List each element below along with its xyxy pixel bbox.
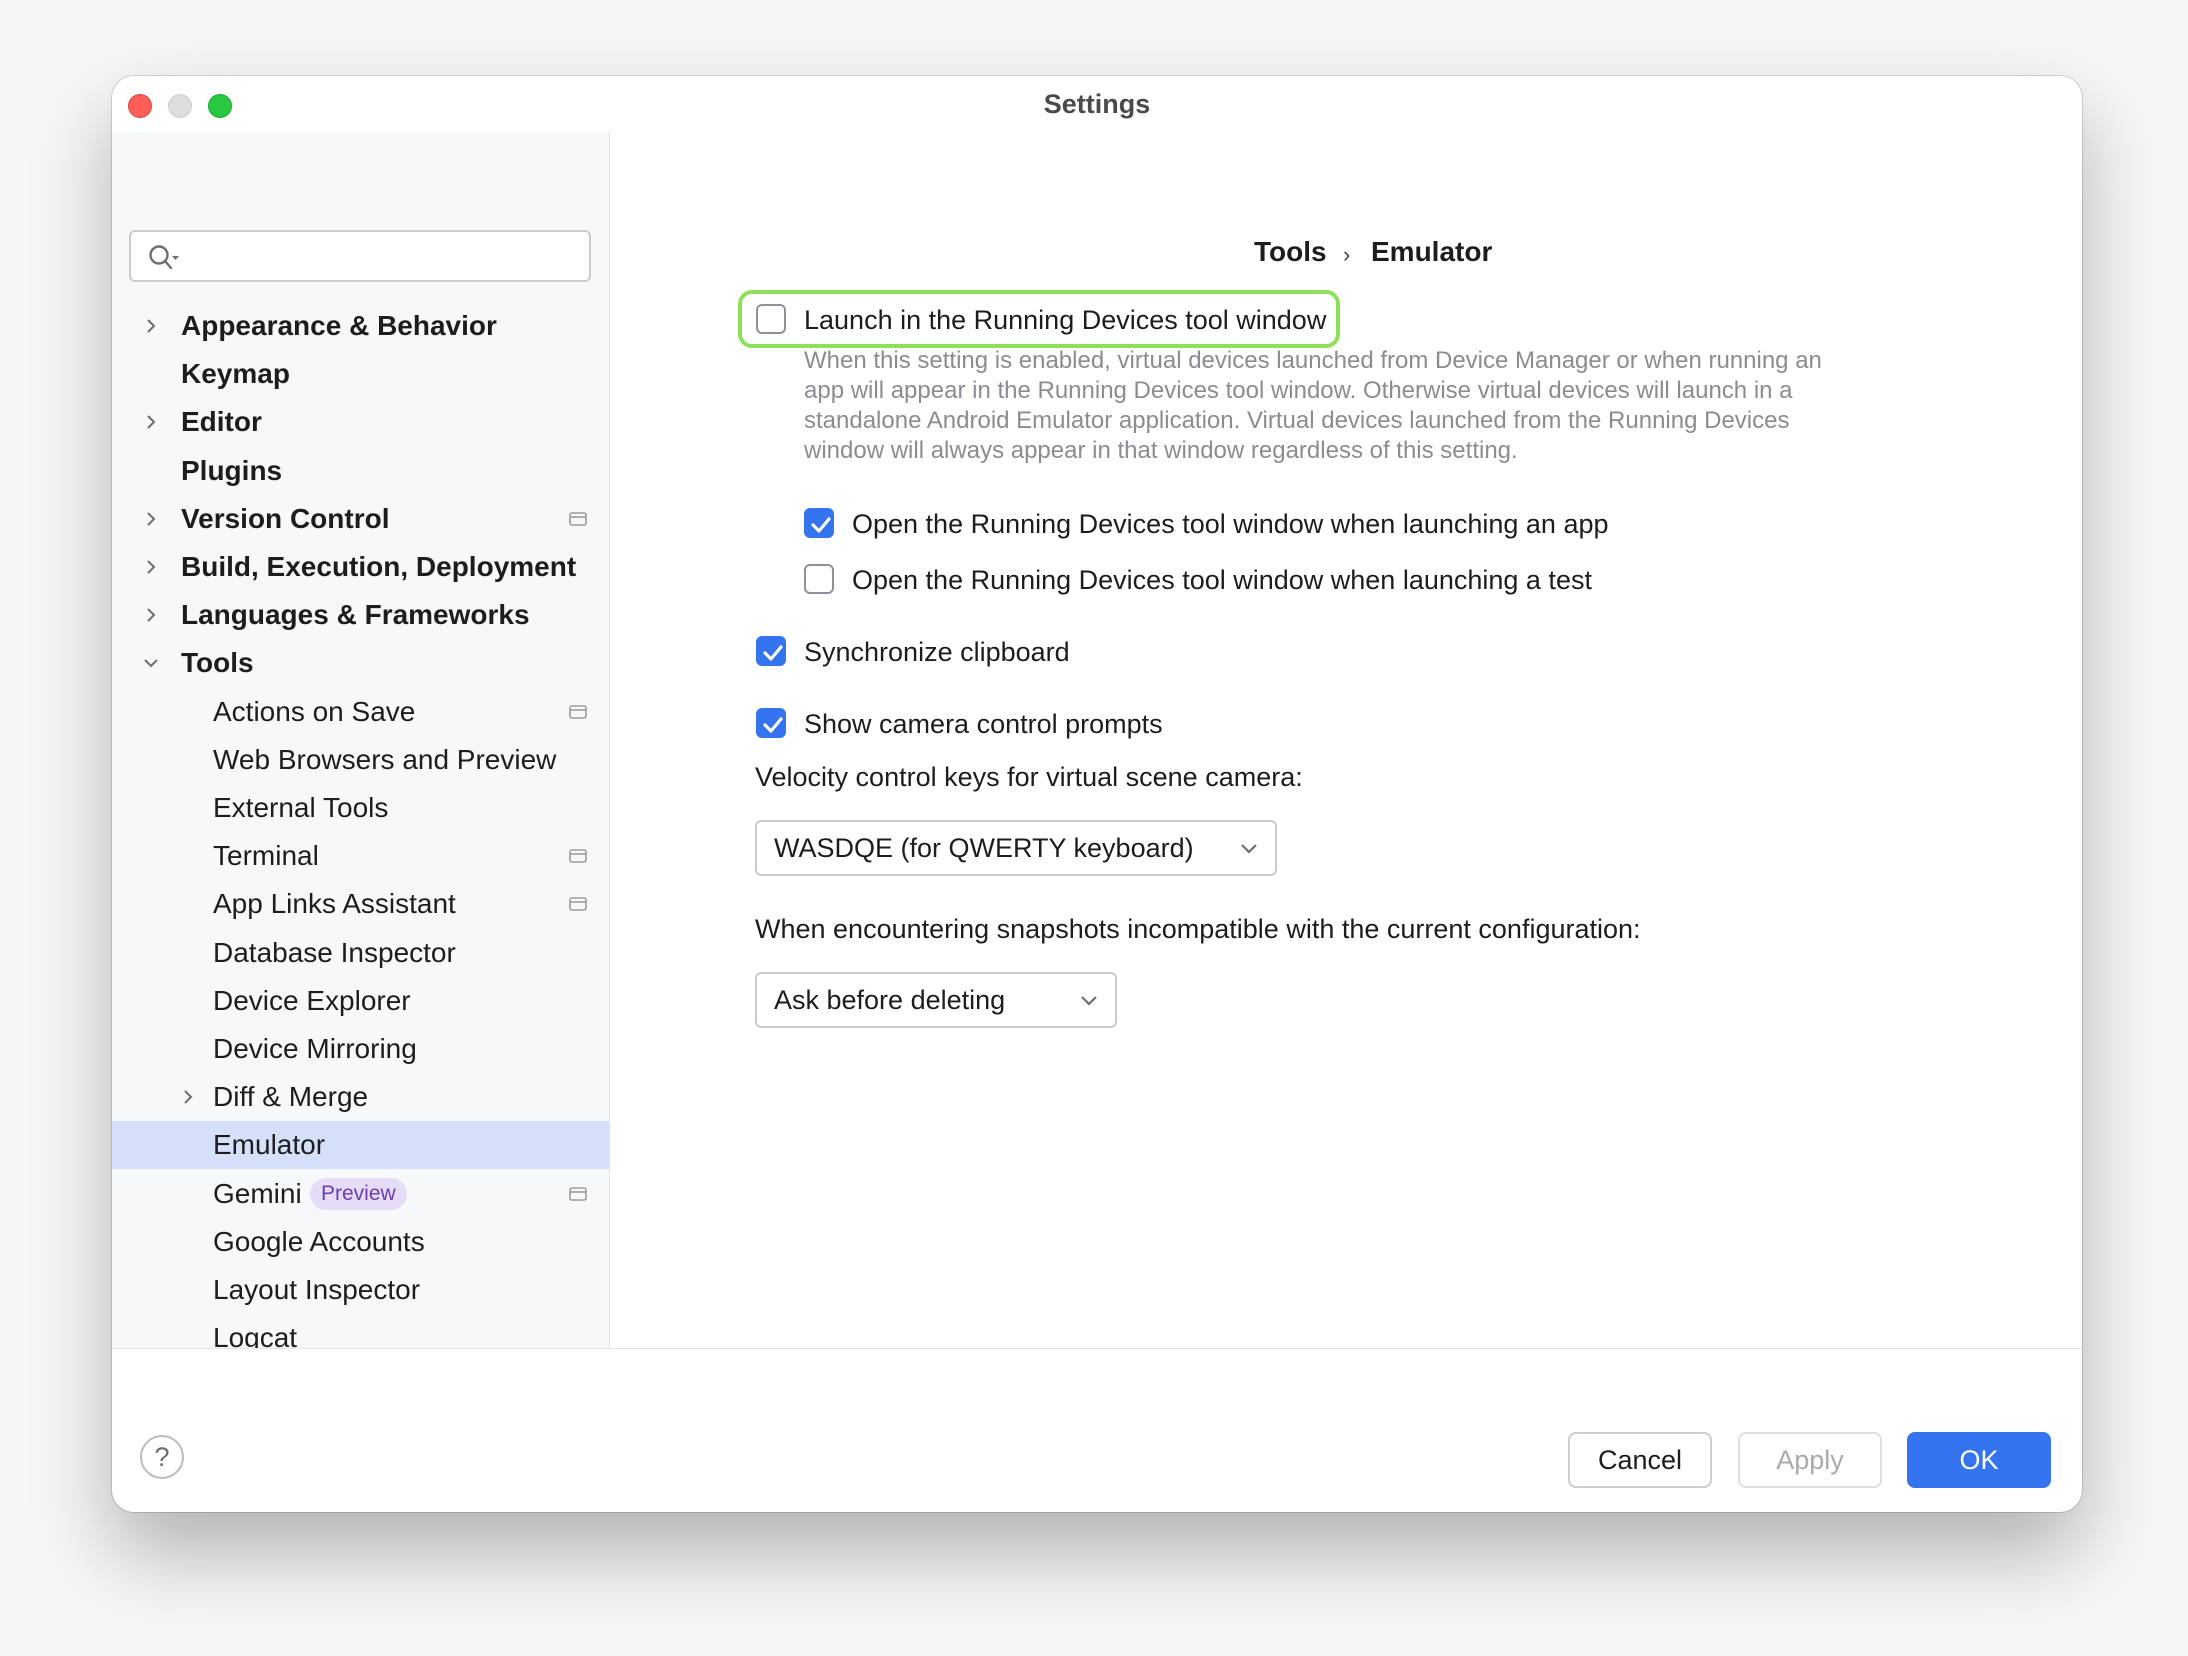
sidebar-item-label: Diff & Merge [213,1081,369,1113]
sidebar-item-device-explorer[interactable]: Device Explorer [112,977,609,1025]
sidebar-item-label: Database Inspector [213,936,456,968]
chevron-down-icon[interactable] [141,653,161,673]
search-input[interactable] [129,230,591,282]
cancel-button[interactable]: Cancel [1568,1432,1712,1488]
checkmark-icon [763,717,783,733]
sidebar-item-label: Logcat [213,1322,298,1348]
sidebar-item-appearance-behavior[interactable]: Appearance & Behavior [112,302,609,350]
breadcrumb-parent[interactable]: Tools [1254,236,1327,268]
sidebar-item-label: Web Browsers and Preview [213,743,557,775]
ok-button[interactable]: OK [1907,1432,2051,1488]
sidebar-item-web-browsers-and-preview[interactable]: Web Browsers and Preview [112,736,609,784]
sidebar-item-label: Version Control [181,502,390,534]
settings-sidebar: Appearance & Behavior Keymap Editor Plugins… [112,132,610,1348]
checkbox-box[interactable] [756,708,786,738]
sidebar-item-languages-frameworks[interactable]: Languages & Frameworks [112,591,609,639]
sidebar-item-build-execution-deployment[interactable]: Build, Execution, Deployment [112,543,609,591]
chevron-down-icon [1081,996,1097,1006]
chevron-right-icon[interactable] [141,509,161,529]
description-line: window will always appear in that window… [804,437,1518,464]
sidebar-item-tools[interactable]: Tools [112,639,609,687]
sidebar-item-version-control[interactable]: Version Control [112,495,609,543]
sidebar-item-google-accounts[interactable]: Google Accounts [112,1218,609,1266]
checkbox-label: Open the Running Devices tool window whe… [852,565,1592,595]
sidebar-item-diff-merge[interactable]: Diff & Merge [112,1073,609,1121]
dropdown-value: Ask before deleting [774,985,1006,1015]
description-line: app will appear in the Running Devices t… [804,377,1793,404]
sidebar-item-app-links-assistant[interactable]: App Links Assistant [112,880,609,928]
sidebar-item-editor[interactable]: Editor [112,398,609,446]
chevron-right-icon[interactable] [178,1087,198,1107]
snapshots-dropdown[interactable]: Ask before deleting [755,972,1117,1028]
chevron-right-icon[interactable] [141,412,161,432]
breadcrumb-current: Emulator [1371,236,1493,267]
chevron-right-icon[interactable] [141,557,161,577]
checkbox-box[interactable] [804,508,834,538]
sidebar-item-logcat[interactable]: Logcat [112,1314,609,1348]
settings-window: Settings Appearance & Behavior Keymap Edit… [112,76,2082,1512]
checkbox-label: Launch in the Running Devices tool windo… [804,305,1327,335]
window-title: Settings [1043,89,1151,119]
search-icon [149,245,179,270]
sidebar-item-plugins[interactable]: Plugins [112,447,609,495]
sidebar-item-database-inspector[interactable]: Database Inspector [112,929,609,977]
sidebar-item-label: Keymap [181,358,290,390]
velocity-keys-dropdown[interactable]: WASDQE (for QWERTY keyboard) [755,820,1277,876]
sidebar-item-label: Layout Inspector [213,1274,421,1305]
project-scope-icon [569,704,587,719]
dropdown-value: WASDQE (for QWERTY keyboard) [774,833,1194,863]
sidebar-item-label: Plugins [181,454,283,486]
sidebar-item-label: Google Accounts [213,1225,425,1257]
sidebar-item-label: Languages & Frameworks [181,599,530,631]
sidebar-item-emulator[interactable]: Emulator [112,1121,609,1170]
checkmark-icon [811,517,831,533]
sidebar-item-label: Device Explorer [213,984,411,1016]
sidebar-item-label: Gemini [213,1177,302,1209]
sidebar-item-gemini[interactable]: Gemini Preview [112,1170,609,1218]
launch-setting-description: When this setting is enabled, virtual de… [804,346,1904,466]
project-scope-icon [569,849,587,863]
sidebar-item-label: Build, Execution, Deployment [181,551,577,582]
sidebar-item-layout-inspector[interactable]: Layout Inspector [112,1266,609,1314]
sidebar-item-label: Appearance & Behavior [181,310,497,341]
sidebar-item-label: Terminal [213,840,319,872]
breadcrumb-separator: › [1343,242,1351,267]
sidebar-item-label: Editor [181,406,262,438]
project-scope-icon [569,511,587,526]
description-line: standalone Android Emulator application.… [804,407,1790,434]
checkbox-label: Show camera control prompts [804,709,1163,739]
sidebar-item-label: Device Mirroring [213,1033,417,1064]
checkbox-label: Synchronize clipboard [804,637,1070,667]
checkbox-box[interactable] [756,304,786,334]
project-scope-icon [569,1186,587,1201]
title-bar: Settings [112,76,2082,132]
preview-badge: Preview [310,1177,407,1210]
sidebar-item-label: Emulator [213,1129,326,1161]
apply-button[interactable]: Apply [1738,1432,1882,1488]
help-button[interactable]: ? [140,1435,184,1479]
chevron-right-icon[interactable] [141,316,161,336]
sidebar-item-keymap[interactable]: Keymap [112,350,609,398]
sidebar-item-terminal[interactable]: Terminal [112,832,609,880]
snapshots-label: When encountering snapshots incompatible… [755,914,1641,944]
chevron-down-icon [1241,844,1257,854]
chevron-right-icon[interactable] [141,605,161,625]
description-line: When this setting is enabled, virtual de… [804,347,1822,374]
checkbox-box[interactable] [804,564,834,594]
sidebar-item-actions-on-save[interactable]: Actions on Save [112,688,609,736]
checkmark-icon [763,645,783,661]
sidebar-item-external-tools[interactable]: External Tools [112,784,609,832]
velocity-keys-label: Velocity control keys for virtual scene … [755,762,1303,792]
project-scope-icon [569,897,587,912]
checkbox-label: Open the Running Devices tool window whe… [852,509,1609,539]
checkbox-box[interactable] [756,636,786,666]
sidebar-item-label: Actions on Save [213,695,416,727]
sidebar-item-device-mirroring[interactable]: Device Mirroring [112,1025,609,1073]
sidebar-item-label: Tools [181,647,254,679]
sidebar-item-label: External Tools [213,792,389,823]
sidebar-item-label: App Links Assistant [213,888,456,920]
